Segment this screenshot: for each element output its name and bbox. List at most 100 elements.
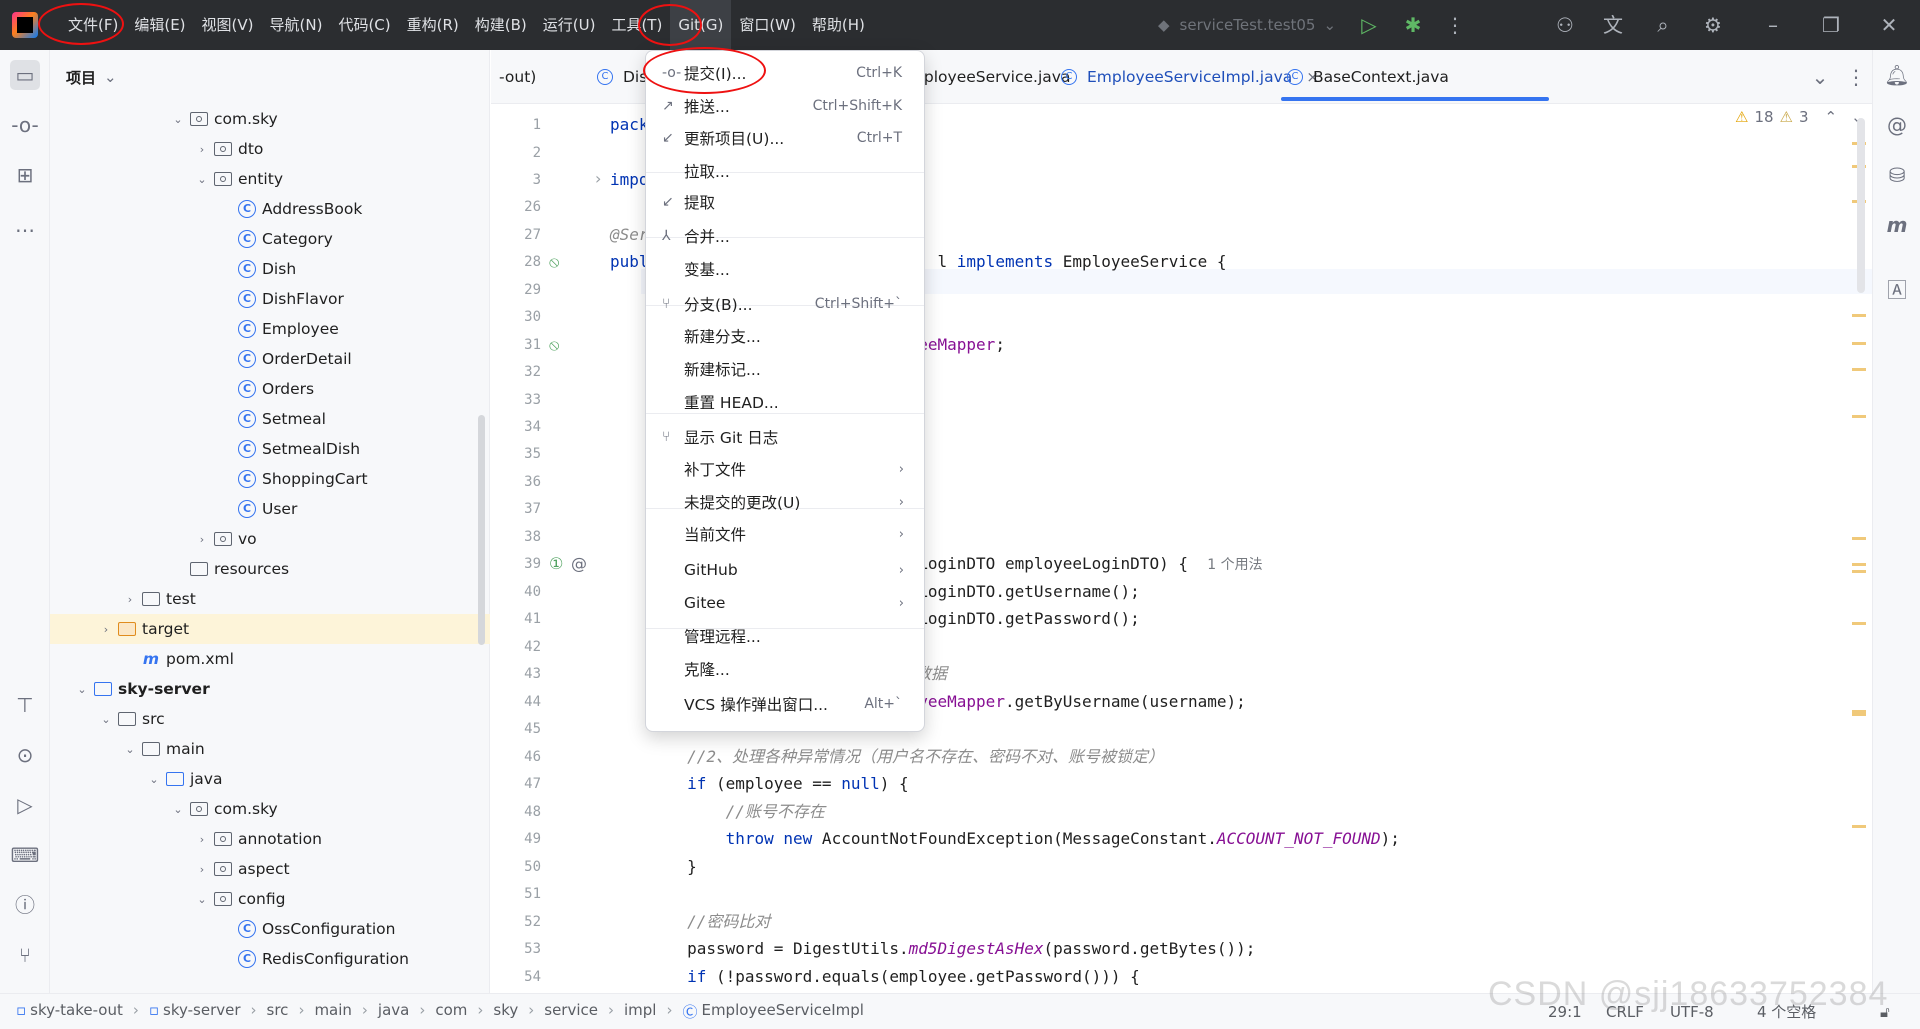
menu-item-10[interactable]: 窗口(W) bbox=[731, 0, 804, 50]
menu-item-6[interactable]: 构建(B) bbox=[467, 0, 535, 50]
editor-tab[interactable]: -out) bbox=[499, 50, 536, 104]
settings-gear-icon[interactable]: ⚙ bbox=[1700, 12, 1726, 38]
git-menu-item[interactable]: 当前文件 › bbox=[650, 519, 920, 549]
tree-item[interactable]: ⌄ entity bbox=[50, 164, 490, 194]
tree-item[interactable]: C User bbox=[50, 494, 490, 524]
menu-item-3[interactable]: 导航(N) bbox=[262, 0, 331, 50]
tree-item[interactable]: ⌄ com.sky bbox=[50, 794, 490, 824]
tree-item[interactable]: ⌄ main bbox=[50, 734, 490, 764]
more-tools-icon[interactable]: … bbox=[10, 210, 40, 240]
tree-item[interactable]: C OssConfiguration bbox=[50, 914, 490, 944]
tree-item[interactable]: C DishFlavor bbox=[50, 284, 490, 314]
chevron-right-icon[interactable]: › bbox=[194, 863, 210, 876]
editor-scrollbar[interactable] bbox=[1857, 118, 1865, 293]
breadcrumb-item[interactable]: com bbox=[435, 1001, 467, 1022]
menu-item-8[interactable]: 工具(T) bbox=[603, 0, 670, 50]
menu-item-9[interactable]: Git(G) bbox=[670, 0, 732, 50]
search-icon[interactable]: ⌕ bbox=[1650, 12, 1676, 38]
tree-item[interactable]: C ShoppingCart bbox=[50, 464, 490, 494]
tree-item[interactable]: ⌄ com.sky bbox=[50, 104, 490, 134]
tree-item[interactable]: › aspect bbox=[50, 854, 490, 884]
menu-item-7[interactable]: 运行(U) bbox=[535, 0, 604, 50]
chevron-up-icon[interactable]: ⌃ bbox=[1825, 108, 1838, 126]
tree-item[interactable]: C Setmeal bbox=[50, 404, 490, 434]
chevron-down-icon[interactable]: ⌄ bbox=[170, 113, 186, 126]
menu-item-4[interactable]: 代码(C) bbox=[330, 0, 398, 50]
tree-item[interactable]: › target bbox=[50, 614, 490, 644]
git-menu-item[interactable]: ↗ 推送... Ctrl+Shift+K bbox=[650, 91, 920, 121]
git-menu-item[interactable]: -o- 提交(I)... Ctrl+K bbox=[650, 58, 920, 88]
git-menu-item[interactable]: 未提交的更改(U) › bbox=[650, 487, 920, 517]
chevron-right-icon[interactable]: › bbox=[194, 143, 210, 156]
git-menu-item[interactable]: ↙ 更新项目(U)... Ctrl+T bbox=[650, 123, 920, 153]
tree-item[interactable]: › test bbox=[50, 584, 490, 614]
translate-icon[interactable]: 文 bbox=[1600, 12, 1626, 38]
tree-item[interactable]: C Orders bbox=[50, 374, 490, 404]
add-user-icon[interactable]: ⚇ bbox=[1552, 12, 1578, 38]
menu-item-5[interactable]: 重构(R) bbox=[399, 0, 467, 50]
chevron-down-icon[interactable]: ⌄ bbox=[98, 713, 114, 726]
breadcrumb-item[interactable]: sky-server bbox=[163, 1001, 240, 1022]
breadcrumb-item[interactable]: service bbox=[544, 1001, 598, 1022]
chevron-down-icon[interactable]: ⌄ bbox=[194, 173, 210, 186]
tree-item[interactable]: ⌄ config bbox=[50, 884, 490, 914]
breadcrumb-item[interactable]: src bbox=[267, 1001, 289, 1022]
restore-icon[interactable]: ❐ bbox=[1818, 12, 1844, 38]
tab-options-icon[interactable]: ⋮ bbox=[1843, 64, 1869, 90]
gutter-implements-icon[interactable]: ① bbox=[549, 554, 563, 573]
tree-item[interactable]: C SetmealDish bbox=[50, 434, 490, 464]
chevron-down-icon[interactable]: ⌄ bbox=[74, 683, 90, 696]
tree-item[interactable]: C Category bbox=[50, 224, 490, 254]
git-menu-item[interactable]: 变基... bbox=[650, 254, 920, 284]
editor-tab[interactable]: C BaseContext.java bbox=[1287, 50, 1449, 104]
run-icon[interactable]: ▷ bbox=[1356, 12, 1382, 38]
git-menu-item[interactable]: 管理远程... bbox=[650, 621, 920, 651]
git-menu-item[interactable]: 重置 HEAD... bbox=[650, 387, 920, 417]
more-actions-icon[interactable]: ⋮ bbox=[1442, 12, 1468, 38]
tree-scrollbar[interactable] bbox=[478, 415, 485, 645]
menu-item-11[interactable]: 帮助(H) bbox=[804, 0, 873, 50]
problems-icon[interactable]: ⓘ bbox=[10, 890, 40, 920]
tree-item[interactable]: ⌄ sky-server bbox=[50, 674, 490, 704]
git-menu-item[interactable]: 拉取... bbox=[650, 156, 920, 186]
project-folder-icon[interactable]: ▭ bbox=[10, 60, 40, 90]
inspection-widget[interactable]: ⚠ 18 ⚠ 3 ⌃ ⌄ bbox=[1735, 108, 1864, 126]
git-menu-item[interactable]: ↙ 提取 bbox=[650, 187, 920, 217]
close-window-icon[interactable]: ✕ bbox=[1876, 12, 1902, 38]
git-menu-item[interactable]: 新建标记... bbox=[650, 354, 920, 384]
minimize-icon[interactable]: – bbox=[1760, 12, 1786, 38]
chevron-down-icon[interactable]: ⌄ bbox=[122, 743, 138, 756]
tree-item[interactable]: C RedisConfiguration bbox=[50, 944, 490, 974]
gutter-bean-icon[interactable]: ⦸ bbox=[549, 335, 559, 355]
tree-item[interactable]: C AddressBook bbox=[50, 194, 490, 224]
structure-icon[interactable]: ⊞ bbox=[10, 160, 40, 190]
git-branch-icon[interactable]: ⑂ bbox=[10, 940, 40, 970]
tree-item[interactable]: › annotation bbox=[50, 824, 490, 854]
git-menu-item[interactable]: 新建分支... bbox=[650, 321, 920, 351]
chevron-right-icon[interactable]: › bbox=[194, 533, 210, 546]
menu-item-1[interactable]: 编辑(E) bbox=[126, 0, 193, 50]
fold-icon[interactable]: › bbox=[595, 169, 601, 188]
gutter-annotation-icon[interactable]: @ bbox=[571, 554, 587, 573]
text-assistant-icon[interactable]: 🄰 bbox=[1882, 275, 1912, 305]
ai-assistant-icon[interactable]: @ bbox=[1882, 110, 1912, 140]
git-menu-item[interactable]: VCS 操作弹出窗口... Alt+` bbox=[650, 689, 920, 719]
project-panel-header[interactable]: 项目 ⌄ bbox=[50, 50, 489, 104]
git-menu-item[interactable]: Gitee › bbox=[650, 588, 920, 618]
chevron-down-icon[interactable]: ⌄ bbox=[146, 773, 162, 786]
chevron-right-icon[interactable]: › bbox=[194, 833, 210, 846]
chevron-right-icon[interactable]: › bbox=[98, 623, 114, 636]
run-tool-icon[interactable]: ▷ bbox=[10, 790, 40, 820]
maven-icon[interactable]: m bbox=[1882, 210, 1912, 240]
services-icon[interactable]: ⊙ bbox=[10, 740, 40, 770]
breadcrumb-item[interactable]: sky bbox=[493, 1001, 518, 1022]
run-configuration-selector[interactable]: ◆ serviceTest.test05 ⌄ bbox=[1158, 0, 1336, 50]
commit-icon[interactable]: -o- bbox=[10, 110, 40, 140]
debug-icon[interactable]: ✱ bbox=[1400, 12, 1426, 38]
git-menu-item[interactable]: ⑂ 显示 Git 日志 bbox=[650, 422, 920, 452]
tree-item[interactable]: › dto bbox=[50, 134, 490, 164]
breadcrumb-item[interactable]: EmployeeServiceImpl bbox=[701, 1001, 863, 1022]
breadcrumb-item[interactable]: impl bbox=[624, 1001, 656, 1022]
tree-item[interactable]: C OrderDetail bbox=[50, 344, 490, 374]
git-menu-item[interactable]: ⑂ 分支(B)... Ctrl+Shift+` bbox=[650, 289, 920, 319]
